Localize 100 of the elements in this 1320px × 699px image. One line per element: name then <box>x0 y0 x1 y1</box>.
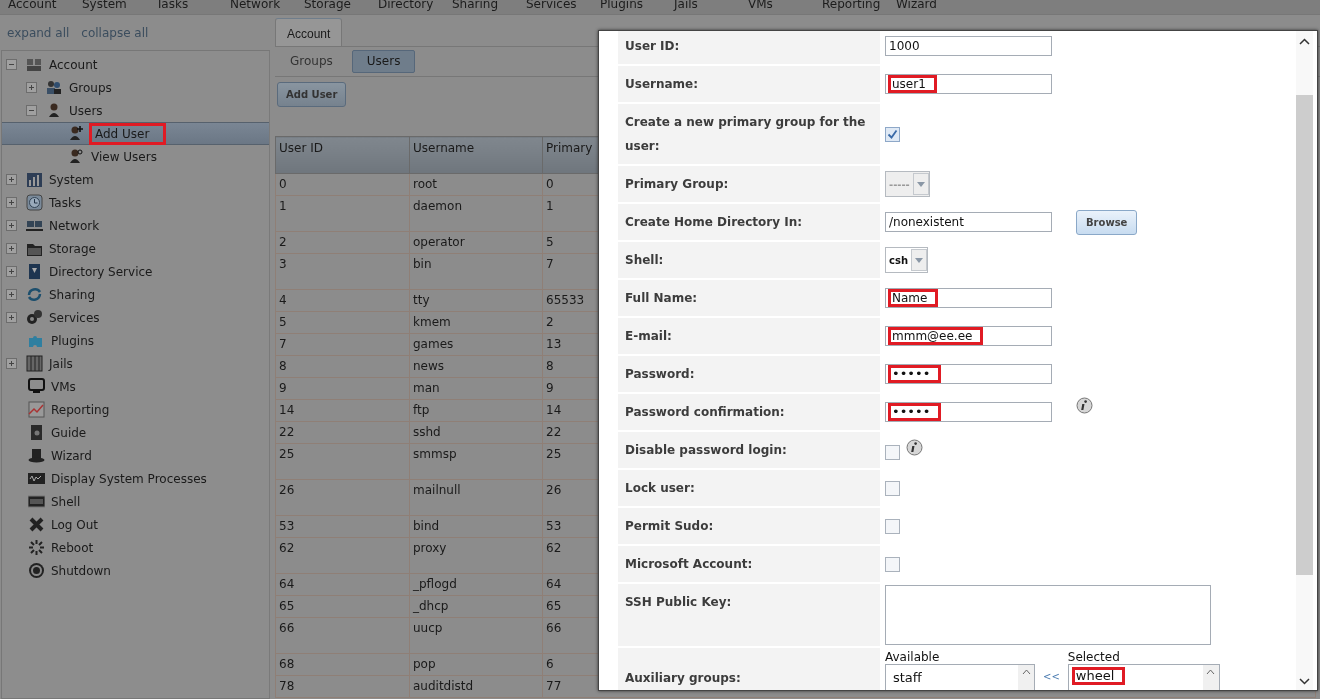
list-label: Selected <box>1067 650 1121 664</box>
table-cell: kmem <box>409 311 543 334</box>
table-cell: 68 <box>275 653 410 676</box>
menu-item[interactable]: Account <box>0 0 74 14</box>
tree-item[interactable]: Add User <box>89 122 167 145</box>
info-icon[interactable] <box>1076 397 1093 414</box>
tree-item[interactable]: Groups <box>67 80 114 95</box>
input-field[interactable]: user1 <box>885 74 1052 94</box>
tree-item[interactable]: Directory Service <box>47 264 155 279</box>
field-label: Create a new primary group for the user: <box>618 104 880 164</box>
checkbox[interactable] <box>885 480 900 496</box>
checkbox[interactable] <box>885 518 900 534</box>
tree-item[interactable]: Jails <box>47 356 75 371</box>
tree-item[interactable]: Account <box>47 57 100 72</box>
field-label: User ID: <box>618 31 880 64</box>
terminal-icon <box>28 493 45 510</box>
chart-icon <box>26 171 43 188</box>
people-icon <box>26 56 43 73</box>
table-cell: 0 <box>275 173 410 196</box>
tree-link[interactable]: collapse all <box>81 26 149 40</box>
table-cell: 7 <box>275 333 410 356</box>
checkbox[interactable] <box>885 444 900 460</box>
tree-item[interactable]: VMs <box>49 379 78 394</box>
table-cell: 3 <box>275 253 410 290</box>
caret-icon <box>911 249 927 271</box>
sync-icon <box>26 286 43 303</box>
tab[interactable]: Account <box>275 18 343 46</box>
tree-item[interactable]: Shell <box>49 494 83 509</box>
menu-item[interactable]: VMs <box>740 0 814 14</box>
column-header[interactable]: User ID <box>275 136 410 174</box>
field-label: SSH Public Key: <box>618 584 880 646</box>
list-box[interactable]: wheel <box>1067 664 1220 690</box>
text-area[interactable] <box>885 585 1211 645</box>
collapse-icon[interactable] <box>6 59 17 70</box>
table-cell: 5 <box>275 311 410 334</box>
table-cell: 25 <box>275 443 410 480</box>
password-field[interactable]: ••••• <box>885 364 1052 384</box>
table-cell: sshd <box>409 421 543 444</box>
input-field[interactable]: 1000 <box>885 36 1052 56</box>
add-user-button[interactable]: Add User <box>277 82 347 107</box>
tree-item[interactable]: Reboot <box>49 540 96 555</box>
book-icon <box>26 263 43 280</box>
monitor-icon <box>28 378 45 395</box>
expand-icon[interactable] <box>6 266 17 277</box>
tree-item[interactable]: View Users <box>89 149 159 164</box>
table-cell: proxy <box>409 537 543 574</box>
tree-item[interactable]: Log Out <box>49 517 100 532</box>
tab[interactable]: Groups <box>275 50 348 73</box>
book-icon <box>28 424 45 441</box>
collapse-icon[interactable] <box>26 105 37 116</box>
field-label: Auxiliary groups: <box>618 648 880 690</box>
person-plus-icon <box>68 125 85 142</box>
tree-item[interactable]: System <box>47 172 96 187</box>
table-cell: tty <box>409 289 543 312</box>
checkbox[interactable] <box>885 556 900 572</box>
expand-icon[interactable] <box>6 197 17 208</box>
tree-item[interactable]: Wizard <box>49 448 94 463</box>
info-icon[interactable] <box>906 439 923 456</box>
tree-item[interactable]: Plugins <box>49 333 96 348</box>
table-cell: smmsp <box>409 443 543 480</box>
table-cell: root <box>409 173 543 196</box>
tree-item[interactable]: Services <box>47 310 102 325</box>
tree-link[interactable]: expand all <box>7 26 70 40</box>
group-icon <box>46 79 63 96</box>
caret-icon <box>912 173 929 195</box>
expand-icon[interactable] <box>6 289 17 300</box>
hat-icon <box>28 447 45 464</box>
browse-button[interactable]: Browse <box>1076 209 1138 235</box>
tree-item[interactable]: Network <box>47 218 102 233</box>
tab[interactable]: Users <box>351 50 416 73</box>
scrollbar[interactable] <box>1296 31 1313 690</box>
password-field[interactable]: ••••• <box>885 402 1052 422</box>
expand-icon[interactable] <box>6 220 17 231</box>
column-header[interactable]: Username <box>409 136 543 174</box>
tree-item[interactable]: Reporting <box>49 402 112 417</box>
tree-item[interactable]: Shutdown <box>49 563 113 578</box>
table-cell: operator <box>409 231 543 254</box>
expand-icon[interactable] <box>26 82 37 93</box>
expand-icon[interactable] <box>6 358 17 369</box>
field-label: Permit Sudo: <box>618 508 880 544</box>
field-label: Full Name: <box>618 280 880 316</box>
list-box[interactable]: staff <box>885 664 1035 690</box>
expand-icon[interactable] <box>6 312 17 323</box>
tree-item[interactable]: Tasks <box>47 195 84 210</box>
tree-item[interactable]: Guide <box>49 425 89 440</box>
expand-icon[interactable] <box>6 243 17 254</box>
table-cell: 26 <box>275 479 410 516</box>
table-cell: pop <box>409 653 543 676</box>
tree-item[interactable]: Storage <box>47 241 98 256</box>
dropdown[interactable]: csh <box>885 247 928 273</box>
input-field[interactable]: Name <box>885 288 1052 308</box>
tree-item[interactable]: Users <box>67 103 105 118</box>
tree-item[interactable]: Display System Processes <box>49 471 209 486</box>
input-field[interactable]: mmm@ee.ee <box>885 326 1052 346</box>
table-cell: 14 <box>275 399 410 422</box>
input-field[interactable]: /nonexistent <box>885 212 1052 232</box>
checkbox[interactable] <box>885 126 900 142</box>
tree-item[interactable]: Sharing <box>47 287 98 302</box>
field-label: Shell: <box>618 242 880 278</box>
expand-icon[interactable] <box>6 174 17 185</box>
